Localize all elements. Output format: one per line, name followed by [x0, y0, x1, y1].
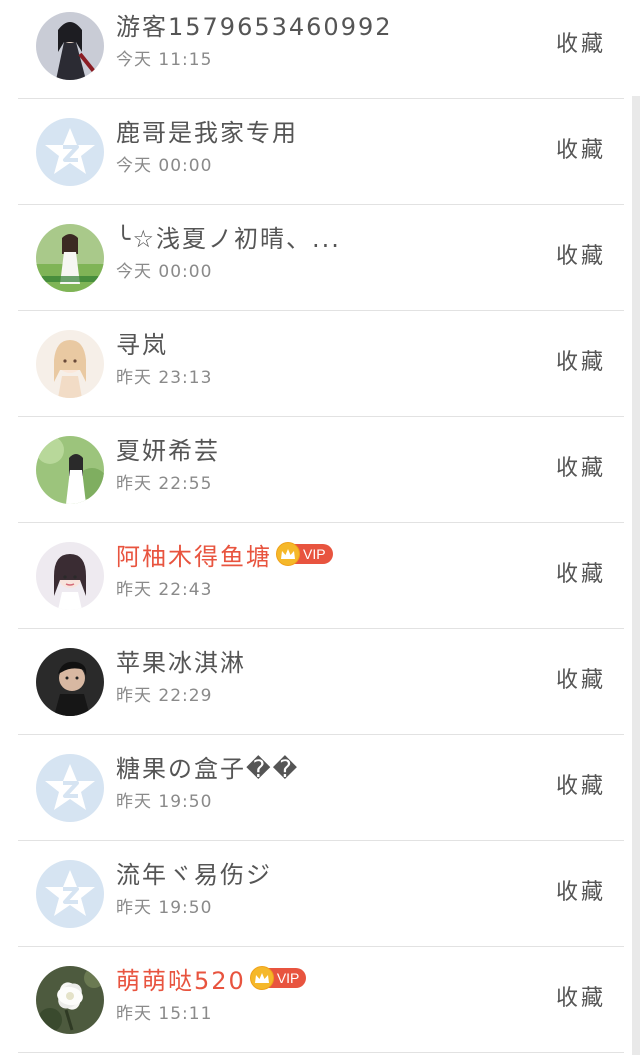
favorite-button[interactable]: 收藏: [556, 556, 606, 588]
name-line: 糖果の盒子��: [116, 749, 299, 783]
row-divider: [18, 1052, 624, 1053]
avatar[interactable]: [36, 330, 104, 398]
favorite-button[interactable]: 收藏: [556, 238, 606, 270]
name-line: 寻岚: [116, 325, 168, 359]
visitor-row[interactable]: 苹果冰淇淋昨天 22:29 收藏: [0, 629, 632, 735]
name-line: 鹿哥是我家专用: [116, 113, 298, 147]
favorite-button[interactable]: 收藏: [556, 980, 606, 1012]
visit-time: 今天 00:00: [116, 262, 213, 282]
favorite-button[interactable]: 收藏: [556, 450, 606, 482]
visit-time: 昨天 19:50: [116, 898, 213, 918]
visit-time: 昨天 22:43: [116, 580, 213, 600]
visit-time: 昨天 15:11: [116, 1004, 213, 1024]
visitor-row[interactable]: 阿柚木得鱼塘 VIP 昨天 22:43 收藏: [0, 523, 632, 629]
visitor-name[interactable]: 流年ヾ易伤ジ: [116, 855, 272, 890]
crown-icon: [249, 966, 274, 990]
name-line: 夏妍希芸: [116, 431, 220, 465]
visitor-name[interactable]: 鹿哥是我家专用: [116, 113, 298, 148]
favorite-button[interactable]: 收藏: [556, 344, 606, 376]
visitor-row[interactable]: 游客1579653460992 今天 11:15 收藏: [0, 0, 632, 99]
visitor-row[interactable]: 鹿哥是我家专用今天 00:00 收藏: [0, 99, 632, 205]
avatar[interactable]: [36, 648, 104, 716]
visit-time: 昨天 23:13: [116, 368, 213, 388]
visit-time: 昨天 22:29: [116, 686, 213, 706]
visit-time: 今天 11:15: [116, 50, 213, 70]
default-avatar-icon[interactable]: [36, 860, 104, 928]
scrollbar[interactable]: [632, 96, 640, 1055]
visitor-name[interactable]: 阿柚木得鱼塘: [116, 537, 272, 572]
name-line: 阿柚木得鱼塘 VIP: [116, 537, 333, 571]
avatar[interactable]: [36, 12, 104, 80]
visit-time: 昨天 22:55: [116, 474, 213, 494]
visitor-row[interactable]: ╰☆浅夏ノ初晴、... 今天 00:00 收藏: [0, 205, 632, 311]
name-line: 流年ヾ易伤ジ: [116, 855, 272, 889]
name-line: 游客1579653460992: [116, 7, 393, 41]
favorite-button[interactable]: 收藏: [556, 874, 606, 906]
visitor-row[interactable]: 糖果の盒子�� 昨天 19:50 收藏: [0, 735, 632, 841]
name-line: 苹果冰淇淋: [116, 643, 246, 677]
crown-icon: [276, 542, 300, 566]
avatar[interactable]: [36, 436, 104, 504]
visitor-name[interactable]: ╰☆浅夏ノ初晴、...: [116, 219, 341, 254]
name-line: ╰☆浅夏ノ初晴、...: [116, 219, 341, 253]
visitor-name[interactable]: 苹果冰淇淋: [116, 643, 246, 678]
favorite-button[interactable]: 收藏: [556, 132, 606, 164]
avatar[interactable]: [36, 224, 104, 292]
visitor-name[interactable]: 寻岚: [116, 325, 168, 360]
vip-badge: VIP: [276, 542, 333, 566]
favorite-button[interactable]: 收藏: [556, 26, 606, 58]
visitor-row[interactable]: 夏妍希芸昨天 22:55 收藏: [0, 417, 632, 523]
visitor-name[interactable]: 糖果の盒子��: [116, 749, 299, 784]
default-avatar-icon[interactable]: [36, 754, 104, 822]
visit-time: 今天 00:00: [116, 156, 213, 176]
avatar[interactable]: [36, 966, 104, 1034]
visit-time: 昨天 19:50: [116, 792, 213, 812]
visitor-row[interactable]: 寻岚昨天 23:13 收藏: [0, 311, 632, 417]
favorite-button[interactable]: 收藏: [556, 662, 606, 694]
visitor-name[interactable]: 游客1579653460992: [116, 7, 393, 42]
visitor-name[interactable]: 萌萌哒520: [116, 961, 246, 996]
visitor-name[interactable]: 夏妍希芸: [116, 431, 220, 466]
visitor-row[interactable]: 流年ヾ易伤ジ昨天 19:50 收藏: [0, 841, 632, 947]
visitor-row[interactable]: 萌萌哒520 VIP 昨天 15:11 收藏: [0, 947, 632, 1053]
vip-badge: VIP: [249, 966, 307, 990]
default-avatar-icon[interactable]: [36, 118, 104, 186]
favorite-button[interactable]: 收藏: [556, 768, 606, 800]
name-line: 萌萌哒520 VIP: [116, 961, 307, 996]
avatar[interactable]: [36, 542, 104, 610]
